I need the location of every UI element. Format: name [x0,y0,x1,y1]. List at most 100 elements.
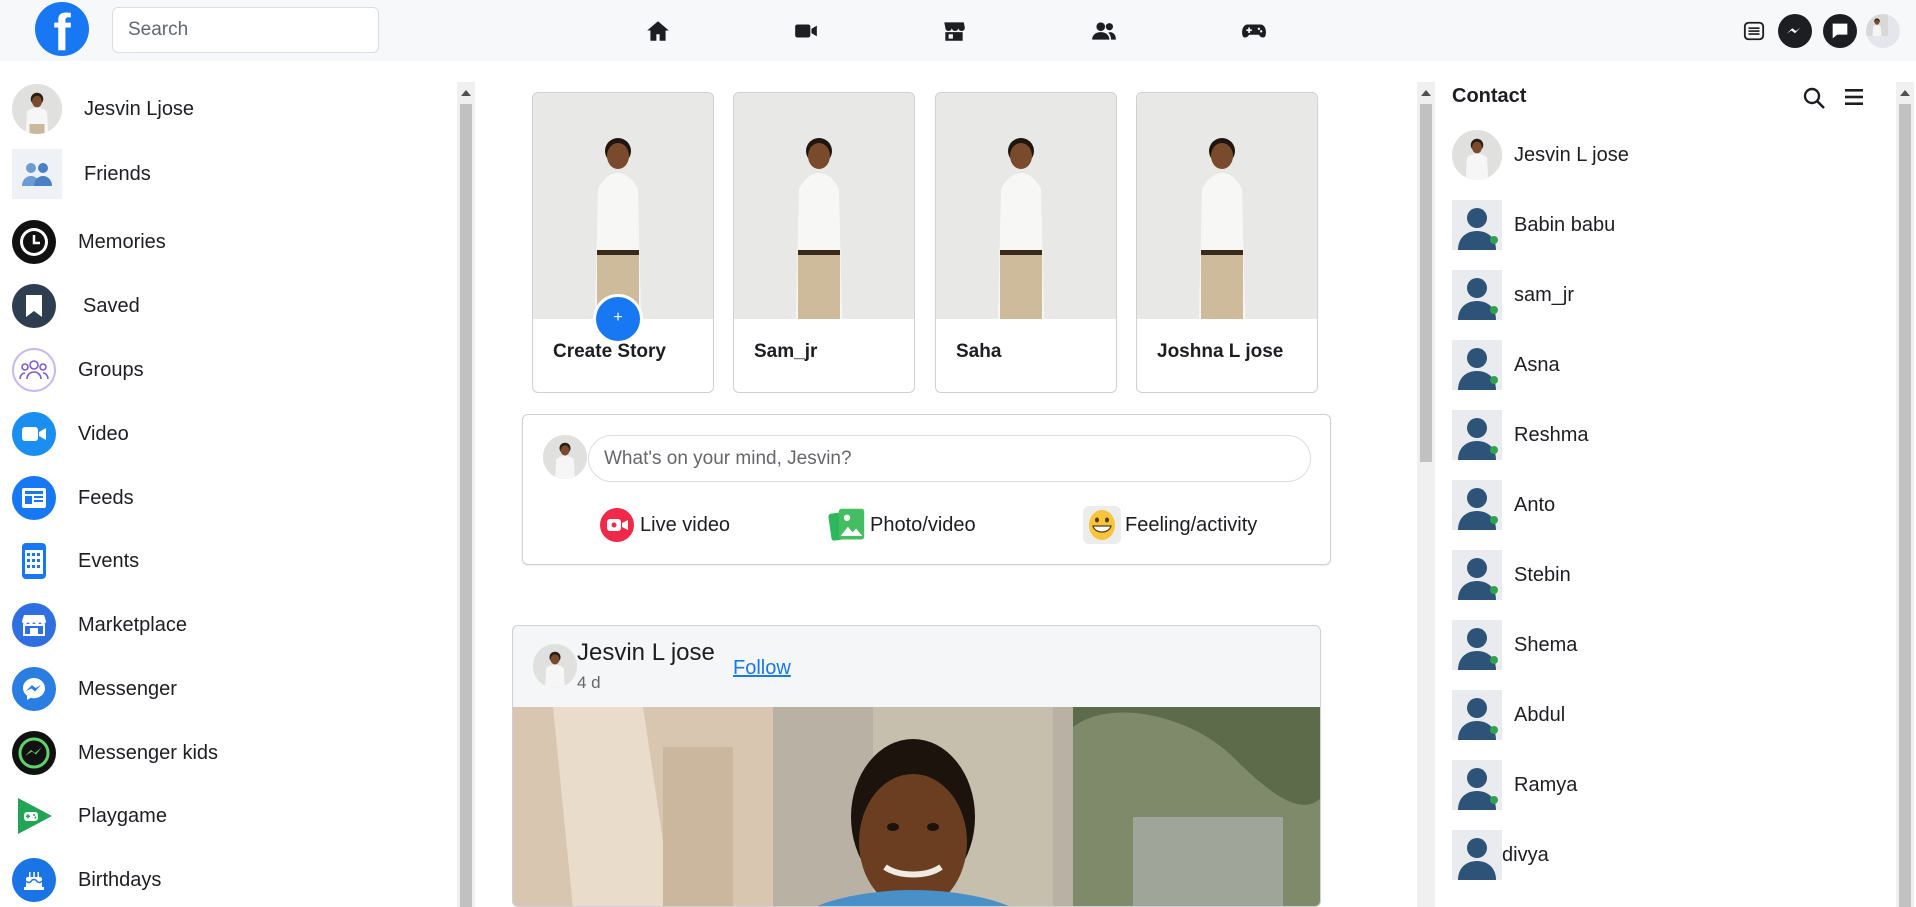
story-photo [1137,93,1317,319]
contact-item[interactable]: Abdul [1452,689,1872,741]
marketplace-icon[interactable] [934,14,974,48]
friends-icon [12,149,62,199]
sidebar-item-messenger-kids[interactable]: Messenger kids [12,726,432,780]
sidebar-item-playgame[interactable]: Playgame [12,789,432,843]
sidebar-item-label: Groups [78,358,144,381]
left-scrollbar[interactable] [457,82,475,907]
contact-item[interactable]: Anto [1452,479,1872,531]
contact-item[interactable]: Shema [1452,619,1872,671]
contact-name: Babin babu [1514,213,1616,236]
menu-icon[interactable] [1737,14,1771,48]
contact-item[interactable]: Jesvin L jose [1452,129,1872,181]
gaming-icon[interactable] [1234,14,1274,48]
events-icon [12,539,56,583]
post-timestamp: 4 d [577,673,601,692]
memories-icon [12,220,56,264]
scroll-up-arrow-icon[interactable] [1900,90,1910,96]
feeling-activity-label: Feeling/activity [1125,513,1258,536]
sidebar-item-friends[interactable]: Friends [12,147,432,201]
story-name: Joshna L jose [1157,341,1284,362]
facebook-logo[interactable]: f [35,2,89,56]
story-card[interactable]: Saha [935,92,1117,393]
video-icon[interactable] [786,14,826,48]
messenger-icon[interactable] [1778,14,1812,48]
photo-video-label: Photo/video [870,513,976,536]
sidebar-item-label: Playgame [78,804,167,827]
scrollbar-thumb[interactable] [460,104,472,907]
scrollbar-thumb[interactable] [1420,104,1432,462]
saved-icon [12,284,56,328]
feeling-activity-button[interactable]: Feeling/activity [1083,503,1257,547]
friends-icon[interactable] [1084,14,1124,48]
post-photo[interactable] [513,707,1320,906]
home-icon[interactable] [638,14,678,48]
left-sidebar: Jesvin Ljose Friends Memories Saved Grou… [0,61,455,907]
feed-scrollbar[interactable] [1417,82,1435,907]
story-name: Sam_jr [754,341,818,362]
online-status-dot [1490,516,1498,524]
online-status-dot [1490,726,1498,734]
online-status-dot [1490,656,1498,664]
sidebar-item-events[interactable]: Events [12,534,432,588]
sidebar-item-memories[interactable]: Memories [12,215,432,269]
story-photo [734,93,914,319]
contact-avatar [1452,760,1502,810]
scroll-up-arrow-icon[interactable] [1421,90,1431,96]
contact-name: Anto [1514,493,1556,516]
search-input[interactable] [112,7,379,53]
contact-name: Ramya [1514,773,1578,796]
profile-avatar [12,84,62,134]
online-status-dot [1490,236,1498,244]
contacts-menu-icon[interactable] [1843,87,1869,111]
story-card[interactable]: Create Story [532,92,714,393]
contact-avatar [1452,130,1502,180]
sidebar-item-label: Messenger kids [78,741,219,764]
account-avatar[interactable] [1866,14,1900,48]
post-author-avatar[interactable] [533,644,577,688]
online-status-dot [1490,446,1498,454]
whats-on-your-mind-input[interactable] [588,435,1311,482]
story-card[interactable]: Joshna L jose [1136,92,1318,393]
contact-item[interactable]: divya [1452,829,1872,881]
contacts-scrollbar[interactable] [1896,82,1914,907]
contact-avatar [1452,480,1502,530]
sidebar-item-messenger[interactable]: Messenger [12,662,432,716]
chat-icon[interactable] [1823,14,1857,48]
sidebar-item-label: Birthdays [78,868,162,891]
groups-icon [12,348,56,392]
sidebar-item-groups[interactable]: Groups [12,343,432,397]
follow-link[interactable]: Follow [733,657,791,680]
sidebar-item-label: Messenger [78,677,177,700]
contact-item[interactable]: sam_jr [1452,269,1872,321]
contact-avatar [1452,550,1502,600]
contacts-title: Contact [1452,85,1527,107]
birthdays-icon [12,858,56,902]
sidebar-item-marketplace[interactable]: Marketplace [12,598,432,652]
composer-avatar [543,435,587,479]
contact-item[interactable]: Stebin [1452,549,1872,601]
post-author-name[interactable]: Jesvin L jose [577,639,715,667]
contact-item[interactable]: Reshma [1452,409,1872,461]
contact-name: Stebin [1514,563,1571,586]
live-video-label: Live video [640,513,731,536]
sidebar-item-saved[interactable]: Saved [12,279,432,333]
feeds-icon [12,476,56,520]
sidebar-item-birthdays[interactable]: Birthdays [12,853,432,907]
sidebar-item-profile[interactable]: Jesvin Ljose [12,82,432,136]
story-card[interactable]: Sam_jr [733,92,915,393]
live-video-button[interactable]: Live video [598,503,730,547]
contact-avatar [1452,620,1502,670]
create-story-plus-button[interactable]: + [593,294,643,344]
contact-item[interactable]: Asna [1452,339,1872,391]
contact-avatar [1452,270,1502,320]
sidebar-item-video[interactable]: Video [12,407,432,461]
scroll-up-arrow-icon[interactable] [461,90,471,96]
sidebar-item-feeds[interactable]: Feeds [12,471,432,525]
search-icon[interactable] [1802,86,1828,112]
sidebar-item-label: Feeds [78,486,134,509]
scrollbar-thumb[interactable] [1899,104,1911,907]
feeling-icon [1083,506,1121,544]
photo-video-button[interactable]: Photo/video [828,503,976,547]
contact-item[interactable]: Babin babu [1452,199,1872,251]
contact-item[interactable]: Ramya [1452,759,1872,811]
